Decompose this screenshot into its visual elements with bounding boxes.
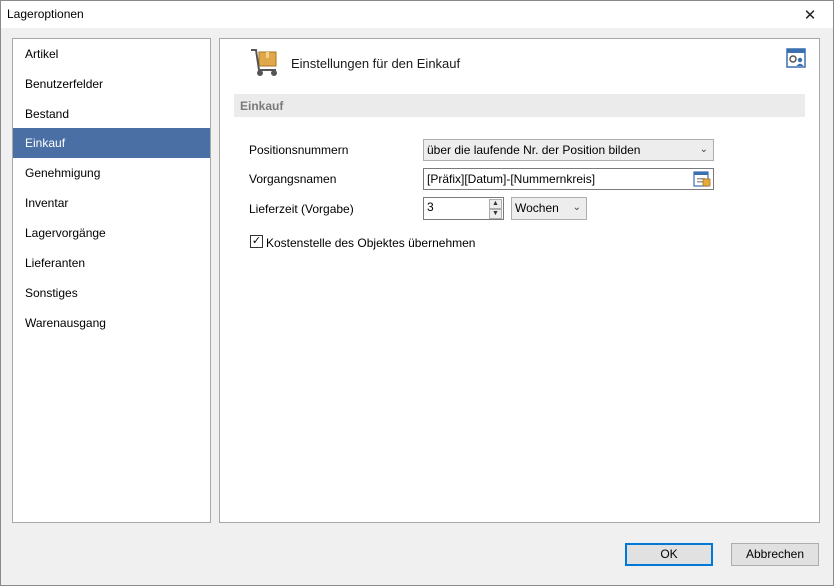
sidebar-item-label: Artikel bbox=[25, 47, 59, 61]
settings-panel: Einstellungen für den Einkauf Einkauf Po… bbox=[219, 38, 820, 523]
sidebar-item-benutzerfelder[interactable]: Benutzerfelder bbox=[13, 69, 210, 99]
sidebar-item-einkauf[interactable]: Einkauf bbox=[13, 128, 210, 158]
sidebar-item-warenausgang[interactable]: Warenausgang bbox=[13, 308, 210, 338]
sidebar-item-lagervorgaenge[interactable]: Lagervorgänge bbox=[13, 218, 210, 248]
close-button[interactable]: ✕ bbox=[787, 1, 833, 28]
settings-user-icon[interactable] bbox=[786, 48, 806, 68]
close-icon: ✕ bbox=[803, 6, 817, 24]
sidebar-item-label: Sonstiges bbox=[25, 286, 78, 300]
sidebar-item-sonstiges[interactable]: Sonstiges bbox=[13, 278, 210, 308]
sidebar-item-label: Inventar bbox=[25, 196, 69, 210]
positionsnummern-label: Positionsnummern bbox=[249, 143, 349, 157]
window-title: Lageroptionen bbox=[7, 7, 84, 21]
ok-button[interactable]: OK bbox=[625, 543, 713, 566]
sidebar-item-bestand[interactable]: Bestand bbox=[13, 99, 210, 129]
lageroptionen-dialog: Lageroptionen ✕ Artikel Benutzerfelder B… bbox=[0, 0, 834, 586]
lieferzeit-unit-value: Wochen bbox=[515, 201, 559, 215]
lieferzeit-stepper[interactable]: 3 ▲ ▼ bbox=[423, 197, 504, 220]
sidebar-item-label: Bestand bbox=[25, 107, 70, 121]
vorgangsnamen-field[interactable]: [Präfix][Datum]-[Nummernkreis] bbox=[423, 168, 714, 190]
chevron-down-icon: ⌄ bbox=[699, 144, 708, 155]
category-list: Artikel Benutzerfelder Bestand Einkauf G… bbox=[12, 38, 211, 523]
sidebar-item-label: Lieferanten bbox=[25, 256, 86, 270]
ok-button-label: OK bbox=[660, 547, 678, 561]
sidebar-item-label: Benutzerfelder bbox=[25, 77, 104, 91]
vorgangsnamen-value: [Präfix][Datum]-[Nummernkreis] bbox=[427, 172, 596, 186]
sidebar-item-label: Genehmigung bbox=[25, 166, 101, 180]
edit-template-icon[interactable] bbox=[693, 170, 711, 188]
sidebar-item-artikel[interactable]: Artikel bbox=[13, 39, 210, 69]
sidebar-item-label: Lagervorgänge bbox=[25, 226, 106, 240]
chevron-down-icon: ⌄ bbox=[572, 202, 581, 213]
cancel-button[interactable]: Abbrechen bbox=[731, 543, 819, 566]
positionsnummern-value: über die laufende Nr. der Position bilde… bbox=[427, 143, 641, 157]
sidebar-item-inventar[interactable]: Inventar bbox=[13, 188, 210, 218]
sidebar-item-genehmigung[interactable]: Genehmigung bbox=[13, 158, 210, 188]
kostenstelle-checkbox[interactable]: ✓ bbox=[250, 235, 263, 248]
cancel-button-label: Abbrechen bbox=[745, 547, 805, 561]
page-title: Einstellungen für den Einkauf bbox=[291, 56, 461, 71]
check-icon: ✓ bbox=[251, 235, 262, 247]
sidebar-item-lieferanten[interactable]: Lieferanten bbox=[13, 248, 210, 278]
section-title: Einkauf bbox=[240, 99, 284, 113]
hand-truck-icon bbox=[251, 49, 277, 76]
kostenstelle-label[interactable]: Kostenstelle des Objektes übernehmen bbox=[266, 236, 475, 250]
title-bar: Lageroptionen ✕ bbox=[1, 1, 833, 28]
vorgangsnamen-label: Vorgangsnamen bbox=[249, 172, 337, 186]
positionsnummern-select[interactable]: über die laufende Nr. der Position bilde… bbox=[423, 139, 714, 161]
sidebar-item-label: Warenausgang bbox=[25, 316, 106, 330]
stepper-up-button[interactable]: ▲ bbox=[489, 199, 502, 209]
lieferzeit-value: 3 bbox=[427, 200, 434, 214]
sidebar-item-label: Einkauf bbox=[25, 136, 66, 150]
section-header: Einkauf bbox=[234, 94, 805, 117]
lieferzeit-label: Lieferzeit (Vorgabe) bbox=[249, 202, 354, 216]
stepper-down-button[interactable]: ▼ bbox=[489, 209, 502, 219]
lieferzeit-unit-select[interactable]: Wochen ⌄ bbox=[511, 197, 587, 220]
